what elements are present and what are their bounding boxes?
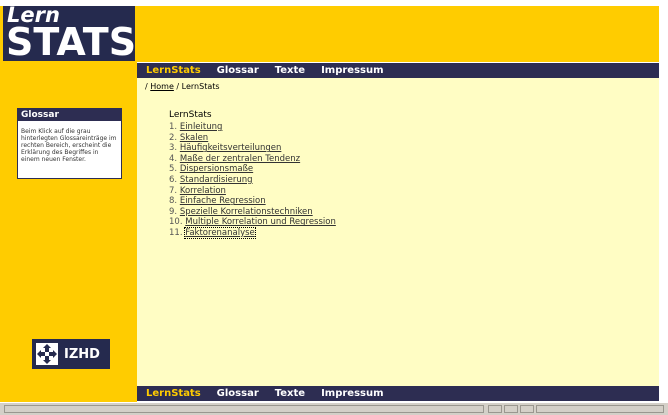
- chapter-link-zentrale-tendenz[interactable]: Maße der zentralen Tendenz: [180, 154, 300, 164]
- chapter-link-faktorenanalyse[interactable]: Faktorenanalyse: [184, 226, 256, 239]
- status-zone-cell: [536, 405, 664, 413]
- item-number: 3.: [169, 143, 178, 154]
- glossar-box-title: Glossar: [18, 109, 121, 121]
- bottom-nav: LernStats Glossar Texte Impressum: [137, 386, 659, 401]
- item-number: 10.: [169, 217, 183, 228]
- status-cell: [520, 405, 534, 413]
- chapter-link-spezielle-korrelationstechniken[interactable]: Spezielle Korrelationstechniken: [180, 207, 313, 217]
- chapter-link-multiple-korrelation[interactable]: Multiple Korrelation und Regression: [185, 217, 336, 227]
- izhd-label: IZHD: [64, 346, 100, 362]
- list-item: 9. Spezielle Korrelationstechniken: [169, 207, 336, 218]
- list-item: 8. Einfache Regression: [169, 196, 336, 207]
- list-item: 7. Korrelation: [169, 186, 336, 197]
- chapter-link-haeufigkeitsverteilungen[interactable]: Häufigkeitsverteilungen: [180, 143, 282, 153]
- scroll-edge: [659, 6, 668, 402]
- item-number: 5.: [169, 164, 178, 175]
- list-item: 5. Dispersionsmaße: [169, 164, 336, 175]
- main-content: / Home / LernStats LernStats 1. Einleitu…: [137, 78, 659, 386]
- nav-impressum[interactable]: Impressum: [321, 65, 383, 76]
- list-item: 6. Standardisierung: [169, 175, 336, 186]
- item-number: 1.: [169, 122, 178, 132]
- list-item: 4. Maße der zentralen Tendenz: [169, 154, 336, 165]
- nav-texte[interactable]: Texte: [275, 65, 305, 76]
- list-item: 11. Faktorenanalyse: [169, 226, 336, 239]
- status-cell: [488, 405, 502, 413]
- nav-impressum[interactable]: Impressum: [321, 388, 383, 399]
- list-item: 10. Multiple Korrelation und Regression: [169, 217, 336, 228]
- chapter-link-skalen[interactable]: Skalen: [180, 133, 208, 143]
- arrows-cross-icon: [36, 343, 58, 365]
- nav-lernstats[interactable]: LernStats: [146, 65, 201, 76]
- nav-lernstats[interactable]: LernStats: [146, 388, 201, 399]
- logo-line-2: STATS: [6, 20, 137, 64]
- header-banner: [137, 6, 659, 62]
- status-text-cell: [4, 405, 484, 413]
- content-title: LernStats: [169, 110, 212, 120]
- breadcrumb: / Home / LernStats: [145, 82, 220, 91]
- item-number: 7.: [169, 185, 178, 196]
- lernstats-logo[interactable]: Lern STATS: [3, 3, 137, 64]
- chapter-link-einleitung[interactable]: Einleitung: [180, 122, 223, 132]
- breadcrumb-current: LernStats: [181, 82, 220, 91]
- browser-status-bar: [0, 402, 668, 415]
- chapter-link-standardisierung[interactable]: Standardisierung: [180, 175, 253, 185]
- chapter-list-section: LernStats 1. Einleitung 2. Skalen 3. Häu…: [169, 110, 336, 239]
- item-number: 8.: [169, 196, 178, 207]
- top-nav: LernStats Glossar Texte Impressum: [137, 63, 659, 78]
- nav-glossar[interactable]: Glossar: [217, 65, 259, 76]
- nav-texte[interactable]: Texte: [275, 388, 305, 399]
- item-number: 9.: [169, 206, 178, 217]
- list-item: 2. Skalen: [169, 133, 336, 144]
- nav-glossar[interactable]: Glossar: [217, 388, 259, 399]
- glossar-box-text: Beim Klick auf die grau hinterlegten Glo…: [21, 128, 117, 163]
- glossar-info-box: Glossar Beim Klick auf die grau hinterle…: [17, 108, 122, 179]
- item-number: 11.: [169, 227, 183, 238]
- chapter-link-einfache-regression[interactable]: Einfache Regression: [180, 196, 266, 206]
- chapter-list: 1. Einleitung 2. Skalen 3. Häufigkeitsve…: [169, 122, 336, 239]
- chapter-link-dispersionsmasse[interactable]: Dispersionsmaße: [180, 164, 253, 174]
- breadcrumb-home-link[interactable]: Home: [150, 82, 174, 91]
- item-number: 6.: [169, 174, 178, 185]
- izhd-logo[interactable]: IZHD: [32, 339, 110, 369]
- item-number: 4.: [169, 153, 178, 164]
- chapter-link-korrelation[interactable]: Korrelation: [180, 186, 226, 196]
- status-cell: [504, 405, 518, 413]
- list-item: 3. Häufigkeitsverteilungen: [169, 143, 336, 154]
- breadcrumb-separator: /: [173, 82, 182, 91]
- list-item: 1. Einleitung: [169, 122, 336, 133]
- item-number: 2.: [169, 132, 178, 143]
